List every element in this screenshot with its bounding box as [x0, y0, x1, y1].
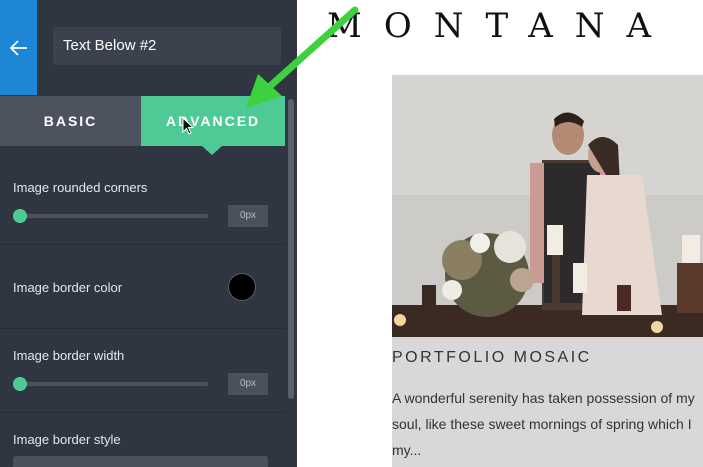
mouse-pointer-icon — [182, 117, 195, 135]
border-style-label: Image border style — [13, 432, 121, 447]
page-preview: MONTANA PORTFOLIO MOSAIC A wonderful ser… — [297, 0, 703, 467]
tab-advanced[interactable]: ADVANCED — [141, 96, 285, 146]
portfolio-photo[interactable] — [392, 75, 703, 337]
element-name-input[interactable]: Text Below #2 — [53, 27, 281, 65]
border-width-value[interactable]: 0px — [228, 373, 268, 395]
tab-basic[interactable]: BASIC — [0, 96, 141, 146]
arrow-left-icon — [9, 39, 27, 56]
panel-scrollbar[interactable] — [288, 99, 294, 399]
border-style-select[interactable] — [13, 456, 268, 467]
portfolio-card-title[interactable]: PORTFOLIO MOSAIC — [392, 349, 592, 367]
border-width-slider[interactable] — [20, 382, 208, 386]
portfolio-card-text: A wonderful serenity has taken possessio… — [392, 390, 695, 458]
wedding-couple-image — [392, 75, 703, 337]
rounded-corners-value[interactable]: 0px — [228, 205, 268, 227]
border-color-swatch[interactable] — [228, 273, 256, 301]
border-width-slider-handle[interactable] — [13, 377, 27, 391]
setting-border-color: Image border color — [0, 245, 285, 329]
rounded-corners-label: Image rounded corners — [13, 180, 148, 195]
setting-rounded-corners: Image rounded corners 0px — [0, 160, 285, 245]
panel-tabs: BASIC ADVANCED — [0, 96, 285, 146]
setting-border-width: Image border width 0px — [0, 329, 285, 413]
rounded-corners-slider[interactable] — [20, 214, 208, 218]
panel-header: Text Below #2 — [0, 0, 297, 95]
active-tab-pointer — [202, 146, 222, 155]
rounded-corners-slider-handle[interactable] — [13, 209, 27, 223]
site-logo[interactable]: MONTANA — [327, 6, 673, 46]
border-width-label: Image border width — [13, 348, 125, 363]
border-color-label: Image border color — [13, 280, 123, 295]
back-button[interactable] — [0, 0, 37, 95]
settings-panel: Text Below #2 BASIC ADVANCED Image round… — [0, 0, 297, 467]
